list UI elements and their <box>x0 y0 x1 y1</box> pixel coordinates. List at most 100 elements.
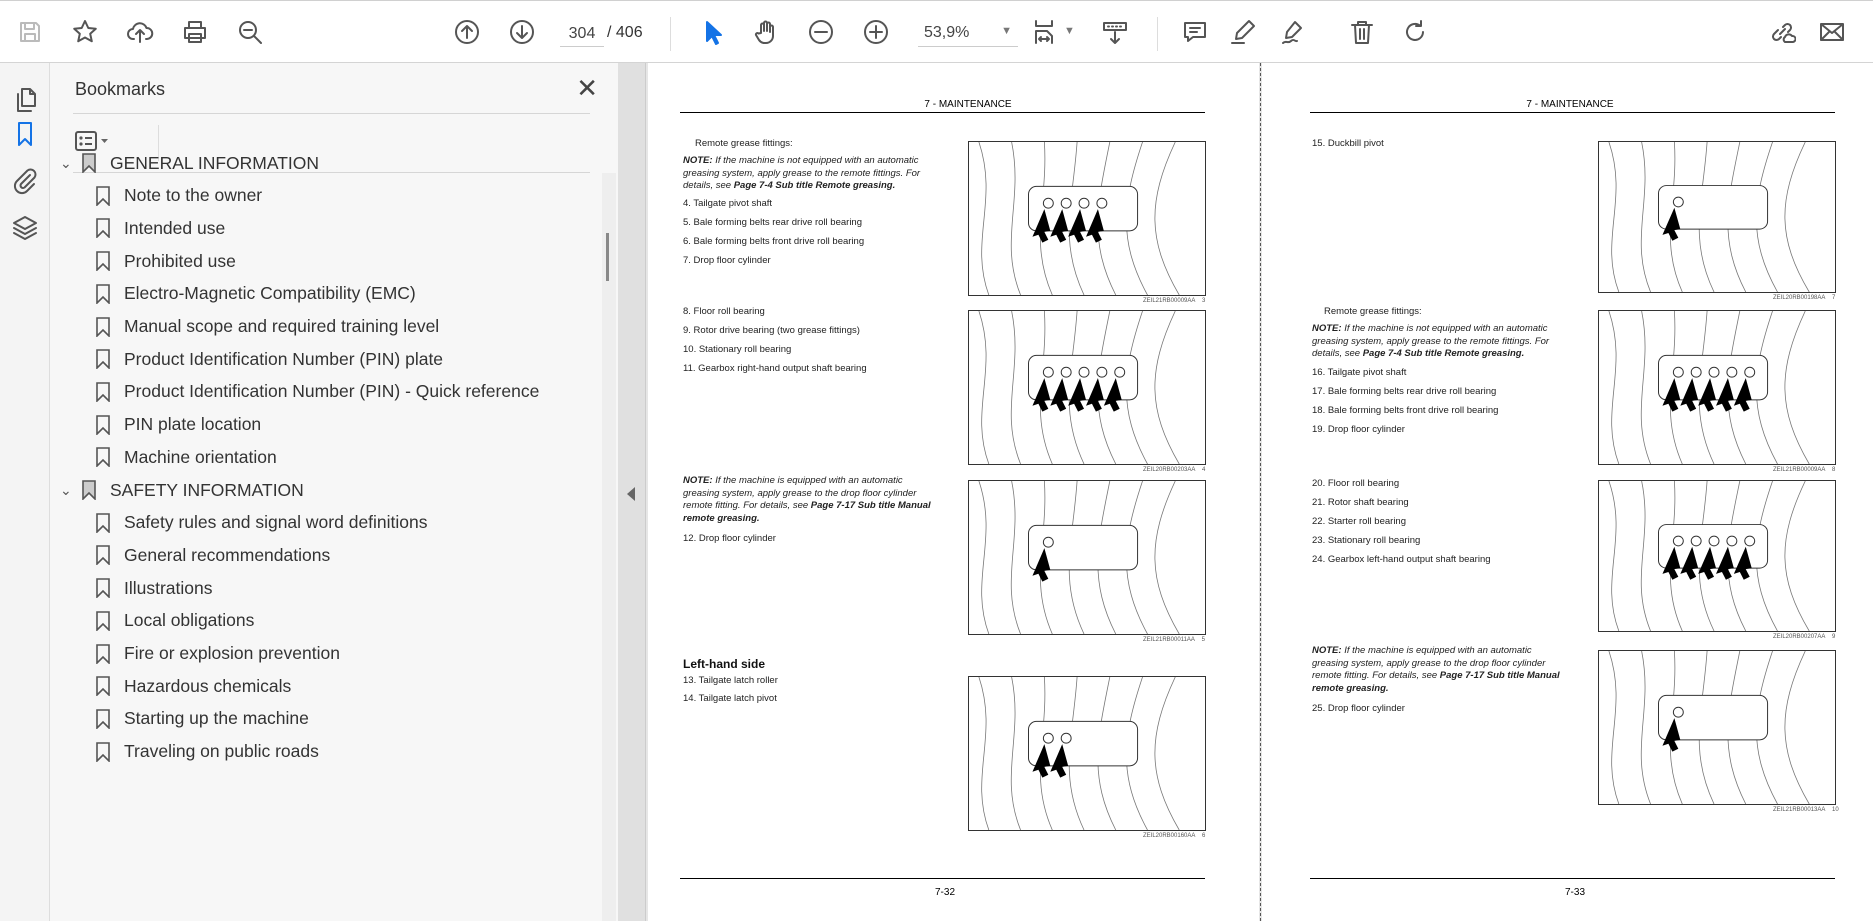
highlight-icon[interactable] <box>1226 15 1260 49</box>
scrolling-mode-icon[interactable] <box>1098 15 1132 49</box>
bookmark-item[interactable]: Note to the owner <box>96 180 262 212</box>
bookmark-item[interactable]: Starting up the machine <box>96 703 309 735</box>
page-header: 7 - MAINTENANCE <box>924 99 1012 110</box>
bookmark-icon <box>96 382 110 402</box>
hand-tool-icon[interactable] <box>749 15 783 49</box>
attachments-icon[interactable] <box>10 165 40 195</box>
list-item: 16. Tailgate pivot shaft <box>1312 367 1407 378</box>
figure-image <box>1598 480 1836 632</box>
header-rule <box>680 112 1205 113</box>
page-divider <box>1260 63 1261 921</box>
select-tool-icon[interactable] <box>695 15 729 49</box>
bookmark-label: Product Identification Number (PIN) plat… <box>124 348 444 369</box>
figure-image <box>968 480 1206 635</box>
bookmark-icon <box>96 218 110 239</box>
bookmark-label: PIN plate location <box>124 414 262 435</box>
close-icon[interactable]: ✕ <box>576 73 598 104</box>
navigation-rail <box>0 63 50 921</box>
divider <box>73 113 590 114</box>
bookmark-icon <box>96 251 110 272</box>
technical-drawing <box>978 677 1180 830</box>
figure-caption: ZEIL20RB00203AA 4 <box>1143 467 1206 473</box>
pdf-page-left: 7 - MAINTENANCE Remote grease fittings: … <box>648 63 1259 921</box>
bookmark-item[interactable]: General recommendations <box>96 539 330 571</box>
bookmarks-icon[interactable] <box>10 119 40 149</box>
bookmark-item[interactable]: Local obligations <box>96 605 254 637</box>
list-item: 23. Stationary roll bearing <box>1312 535 1421 546</box>
bookmark-item[interactable]: Electro-Magnetic Compatibility (EMC) <box>96 278 416 310</box>
zoom-level-select[interactable]: 53,9% ▼ <box>918 21 1018 47</box>
bookmark-item[interactable]: Hazardous chemicals <box>96 670 291 702</box>
divider <box>670 17 671 51</box>
technical-drawing <box>1608 481 1810 631</box>
bookmark-item[interactable]: Traveling on public roads <box>96 736 319 768</box>
list-item: 4. Tailgate pivot shaft <box>683 198 773 209</box>
list-item: 20. Floor roll bearing <box>1312 478 1400 489</box>
chevron-down-icon[interactable]: ⌄ <box>60 482 82 499</box>
list-item: 13. Tailgate latch roller <box>683 675 778 686</box>
bookmark-icon <box>96 578 110 599</box>
bookmark-item[interactable]: Manual scope and required training level <box>96 311 439 343</box>
bookmark-item[interactable]: ⌄ GENERAL INFORMATION <box>60 147 319 179</box>
bookmark-icon <box>96 610 110 631</box>
email-icon[interactable] <box>1815 15 1849 49</box>
bookmark-icon <box>96 349 110 370</box>
technical-drawing <box>978 142 1180 295</box>
comment-icon[interactable] <box>1178 15 1212 49</box>
bookmark-label: Starting up the machine <box>124 708 309 729</box>
bookmark-item[interactable]: ⌄ SAFETY INFORMATION <box>60 474 304 506</box>
bookmark-item[interactable]: PIN plate location <box>96 409 261 441</box>
figure-image <box>1598 650 1836 805</box>
note: NOTE: If the machine is equipped with an… <box>683 475 931 524</box>
rotate-icon[interactable] <box>1398 15 1432 49</box>
note: NOTE: If the machine is not equipped wit… <box>683 155 921 191</box>
scrollbar-thumb[interactable] <box>606 233 609 281</box>
save-icon[interactable] <box>13 15 47 49</box>
bookmark-label: Product Identification Number (PIN) - Qu… <box>124 381 540 402</box>
note: NOTE: If the machine is equipped with an… <box>1312 645 1560 694</box>
list-item: 24. Gearbox left-hand output shaft beari… <box>1312 554 1491 565</box>
delete-icon[interactable] <box>1345 15 1379 49</box>
section-label: Remote grease fittings: <box>1324 306 1422 317</box>
cloud-upload-icon[interactable] <box>123 15 157 49</box>
chevron-down-icon[interactable]: ▼ <box>1064 25 1075 37</box>
previous-page-icon[interactable] <box>450 15 484 49</box>
bookmark-label: Traveling on public roads <box>124 741 319 762</box>
print-icon[interactable] <box>178 15 212 49</box>
bookmark-label: Fire or explosion prevention <box>124 643 340 663</box>
list-item: 11. Gearbox right-hand output shaft bear… <box>683 363 867 374</box>
zoom-in-icon[interactable] <box>859 15 893 49</box>
collapse-panel-icon[interactable] <box>627 487 635 501</box>
scrollbar[interactable] <box>602 173 616 921</box>
figure-caption: ZEIL21RB00009AA 8 <box>1773 467 1836 473</box>
zoom-out-icon[interactable] <box>804 15 838 49</box>
bookmark-item[interactable]: Machine orientation <box>96 441 277 473</box>
page-number-input[interactable] <box>560 21 604 47</box>
figure-caption: ZEIL21RB00009AA 3 <box>1143 298 1206 304</box>
list-item: 8. Floor roll bearing <box>683 306 765 317</box>
bookmark-item[interactable]: Fire or explosion prevention <box>96 638 340 670</box>
bookmark-label: General recommendations <box>124 544 331 565</box>
page-thumbnails-icon[interactable] <box>10 85 40 115</box>
technical-drawing <box>1608 311 1810 464</box>
chevron-down-icon[interactable]: ⌄ <box>60 155 82 172</box>
bookmark-item[interactable]: Intended use <box>96 212 225 244</box>
bookmark-item[interactable]: Prohibited use <box>96 245 236 277</box>
bookmark-item[interactable]: Illustrations <box>96 572 213 604</box>
section-label: Remote grease fittings: <box>695 138 793 149</box>
bookmark-item[interactable]: Product Identification Number (PIN) - Qu… <box>96 376 539 408</box>
bookmark-item[interactable]: Safety rules and signal word definitions <box>96 507 428 539</box>
layers-icon[interactable] <box>10 213 40 243</box>
star-icon[interactable] <box>68 15 102 49</box>
search-icon[interactable] <box>233 15 267 49</box>
bookmark-icon <box>96 316 110 337</box>
fit-page-icon[interactable] <box>1028 15 1062 49</box>
list-item: 21. Rotor shaft bearing <box>1312 497 1409 508</box>
list-item: 12. Drop floor cylinder <box>683 533 776 544</box>
next-page-icon[interactable] <box>505 15 539 49</box>
page-header: 7 - MAINTENANCE <box>1526 99 1614 110</box>
share-link-icon[interactable] <box>1765 15 1799 49</box>
bookmark-item[interactable]: Product Identification Number (PIN) plat… <box>96 343 443 375</box>
bookmark-label: Manual scope and required training level <box>124 316 440 336</box>
sign-icon[interactable] <box>1276 15 1310 49</box>
